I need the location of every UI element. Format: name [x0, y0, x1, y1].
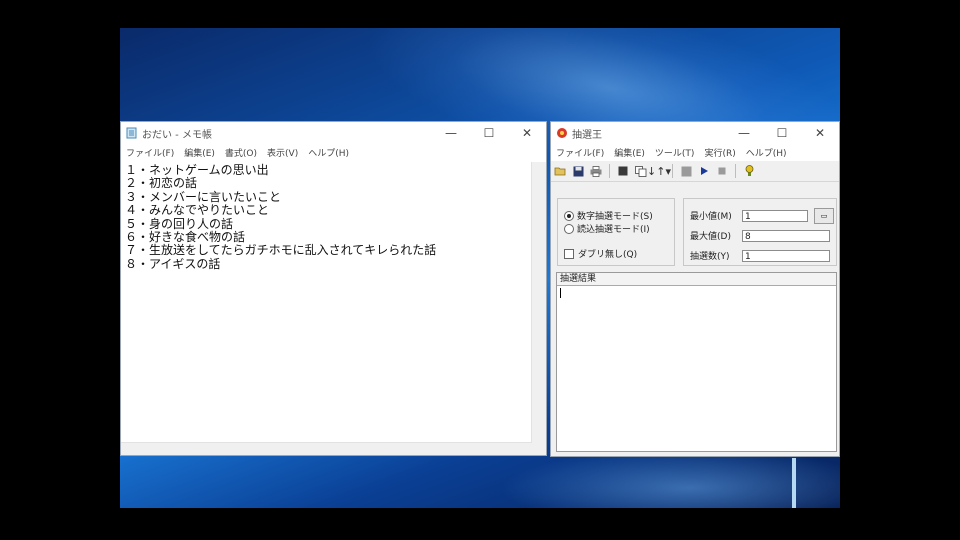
menubar: ファイル(F) 編集(E) ツール(T) 実行(R) ヘルプ(H) [551, 144, 839, 161]
text-editor[interactable]: １・ネットゲームの思い出 ２・初恋の話 ３・メンバーに言いたいこと ４・みんなでやりた… [125, 163, 532, 443]
print-icon[interactable] [589, 164, 603, 178]
min-value-row: 最小値(M) 1 [690, 209, 808, 222]
toolbar: ↓↑▾ [551, 161, 839, 182]
toolbar-separator [735, 164, 736, 178]
count-label: 抽選数(Y) [690, 252, 730, 262]
menu-edit[interactable]: 編集(E) [609, 146, 650, 159]
menu-run[interactable]: 実行(R) [699, 146, 740, 159]
min-value-field[interactable]: 1 [742, 209, 808, 222]
menubar: ファイル(F) 編集(E) 書式(O) 表示(V) ヘルプ(H) [121, 144, 546, 161]
number-mode-radio[interactable]: 数字抽選モード(S) [564, 209, 653, 222]
text-line: ７・生放送をしてたらガチホモに乱入されてキレられた話 [125, 243, 437, 258]
load-mode-label: 読込抽選モード(I) [577, 225, 650, 235]
no-duplicate-label: ダブリ無し(Q) [578, 250, 638, 260]
number-mode-label: 数字抽選モード(S) [577, 212, 653, 222]
menu-format[interactable]: 書式(O) [220, 146, 262, 159]
minimize-button[interactable]: — [725, 122, 763, 144]
result-header: 抽選結果 [557, 273, 836, 286]
result-list[interactable]: 抽選結果 [556, 272, 837, 452]
open-folder-icon[interactable] [553, 164, 567, 178]
minimize-button[interactable]: — [432, 122, 470, 144]
range-button[interactable]: ▭ [814, 208, 834, 224]
maximize-button[interactable]: ☐ [470, 122, 508, 144]
max-value-row: 最大値(D) 8 [690, 229, 830, 242]
scrollbar-corner [532, 443, 546, 455]
checkbox-box [564, 248, 574, 259]
max-value-field[interactable]: 8 [742, 229, 830, 242]
close-button[interactable]: ✕ [508, 122, 546, 144]
notepad-titlebar[interactable]: おだい - メモ帳 — ☐ ✕ [121, 122, 546, 144]
no-duplicate-checkbox[interactable]: ダブリ無し(Q) [564, 247, 637, 260]
menu-edit[interactable]: 編集(E) [179, 146, 220, 159]
param-group: 最小値(M) 1 ▭ 最大値(D) 8 抽選数(Y) 1 [683, 198, 837, 266]
text-line: ２・初恋の話 [125, 176, 198, 191]
chusen-app-icon [557, 128, 567, 138]
maximize-button[interactable]: ☐ [763, 122, 801, 144]
horizontal-scrollbar[interactable] [121, 442, 532, 455]
text-line: ４・みんなでやりたいこと [125, 203, 270, 218]
menu-tools[interactable]: ツール(T) [650, 146, 700, 159]
notepad-icon [126, 127, 137, 139]
light-line [792, 458, 796, 508]
stop-square-icon[interactable] [616, 164, 630, 178]
mode-group: 数字抽選モード(S) 読込抽選モード(I) ダブリ無し(Q) [557, 198, 675, 266]
toolbar-separator [609, 164, 610, 178]
text-line: ３・メンバーに言いたいこと [125, 189, 282, 204]
help-bulb-icon[interactable] [742, 164, 756, 178]
close-button[interactable]: ✕ [801, 122, 839, 144]
window-title: 抽選王 [572, 129, 602, 141]
menu-help[interactable]: ヘルプ(H) [303, 146, 354, 159]
radio-unselected [564, 223, 574, 234]
count-field[interactable]: 1 [742, 249, 830, 262]
sort-dropdown-icon[interactable]: ↓↑▾ [647, 164, 671, 178]
stop-icon[interactable] [715, 164, 729, 178]
window-title: おだい - メモ帳 [142, 129, 212, 141]
min-value-label: 最小値(M) [690, 212, 732, 222]
max-value-label: 最大値(D) [690, 232, 731, 242]
radio-selected [564, 210, 574, 221]
text-cursor [560, 288, 561, 298]
vertical-scrollbar[interactable] [531, 162, 546, 443]
text-line: ８・アイギスの話 [125, 256, 221, 271]
light-glow [500, 448, 840, 508]
save-icon[interactable] [571, 164, 585, 178]
notepad-window[interactable]: おだい - メモ帳 — ☐ ✕ ファイル(F) 編集(E) 書式(O) 表示(V… [120, 121, 547, 456]
count-row: 抽選数(Y) 1 [690, 249, 830, 262]
play-icon[interactable] [697, 164, 711, 178]
menu-file[interactable]: ファイル(F) [121, 146, 179, 159]
menu-view[interactable]: 表示(V) [262, 146, 303, 159]
menu-help[interactable]: ヘルプ(H) [741, 146, 792, 159]
menu-file[interactable]: ファイル(F) [551, 146, 609, 159]
toolbar-separator [672, 164, 673, 178]
grid-icon[interactable] [679, 164, 693, 178]
copy-icon[interactable] [634, 164, 648, 178]
load-mode-radio[interactable]: 読込抽選モード(I) [564, 222, 650, 235]
chusen-titlebar[interactable]: 抽選王 — ☐ ✕ [551, 122, 839, 144]
chusen-window[interactable]: 抽選王 — ☐ ✕ ファイル(F) 編集(E) ツール(T) 実行(R) ヘルプ… [550, 121, 840, 457]
